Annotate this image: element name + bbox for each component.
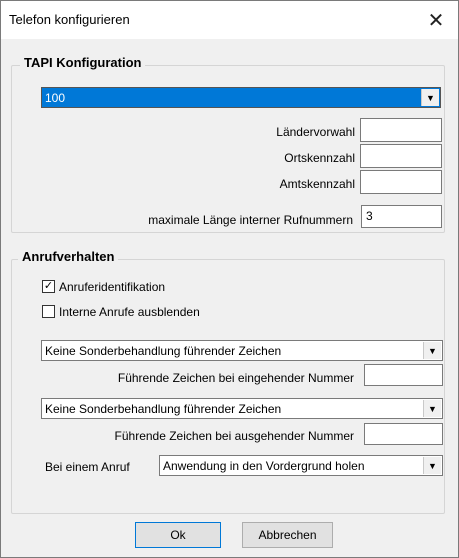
interne-anrufe-checkbox[interactable]	[42, 305, 55, 318]
ausgehend-select-value: Keine Sonderbehandlung führender Zeichen	[45, 402, 282, 416]
eingehend-field[interactable]	[364, 364, 443, 386]
laendervorwahl-field[interactable]	[360, 118, 442, 142]
chevron-down-icon[interactable]: ▼	[423, 457, 441, 474]
tapi-group-title: TAPI Konfiguration	[20, 55, 146, 70]
chevron-down-icon[interactable]: ▼	[421, 89, 439, 106]
line-select-value: 100	[45, 91, 66, 105]
bei-anruf-label: Bei einem Anruf	[45, 460, 130, 474]
bei-anruf-select[interactable]: Anwendung in den Vordergrund holen ▼	[159, 455, 443, 476]
bei-anruf-select-value: Anwendung in den Vordergrund holen	[163, 459, 365, 473]
ok-button[interactable]: Ok	[135, 522, 221, 548]
cancel-button[interactable]: Abbrechen	[242, 522, 333, 548]
amtskennzahl-label: Amtskennzahl	[279, 177, 355, 191]
checkmark-icon: ✓	[43, 280, 54, 292]
interne-anrufe-label[interactable]: Interne Anrufe ausblenden	[59, 305, 200, 319]
eingehend-select-value: Keine Sonderbehandlung führender Zeichen	[45, 344, 282, 358]
max-laenge-field[interactable]: 3	[361, 205, 442, 228]
anruferidentifikation-label[interactable]: Anruferidentifikation	[59, 280, 165, 294]
chevron-down-icon[interactable]: ▼	[423, 342, 441, 359]
dialog-window: Telefon konfigurieren ✕ TAPI Konfigurati…	[0, 0, 459, 558]
ortskennzahl-label: Ortskennzahl	[284, 151, 355, 165]
anruferidentifikation-checkbox[interactable]: ✓	[42, 280, 55, 293]
amtskennzahl-field[interactable]	[360, 170, 442, 194]
close-icon[interactable]: ✕	[414, 1, 458, 39]
chevron-down-icon[interactable]: ▼	[423, 400, 441, 417]
ausgehend-label: Führende Zeichen bei ausgehender Nummer	[114, 429, 354, 443]
window-title: Telefon konfigurieren	[9, 12, 130, 27]
title-bar[interactable]: Telefon konfigurieren ✕	[1, 1, 458, 39]
eingehend-label: Führende Zeichen bei eingehender Nummer	[117, 371, 354, 385]
ausgehend-select[interactable]: Keine Sonderbehandlung führender Zeichen…	[41, 398, 443, 419]
ausgehend-field[interactable]	[364, 423, 443, 445]
anrufverhalten-group-title: Anrufverhalten	[18, 249, 119, 264]
line-select[interactable]: 100 ▼	[41, 87, 441, 108]
eingehend-select[interactable]: Keine Sonderbehandlung führender Zeichen…	[41, 340, 443, 361]
laendervorwahl-label: Ländervorwahl	[276, 125, 355, 139]
ortskennzahl-field[interactable]	[360, 144, 442, 168]
max-laenge-label: maximale Länge interner Rufnummern	[148, 213, 353, 227]
